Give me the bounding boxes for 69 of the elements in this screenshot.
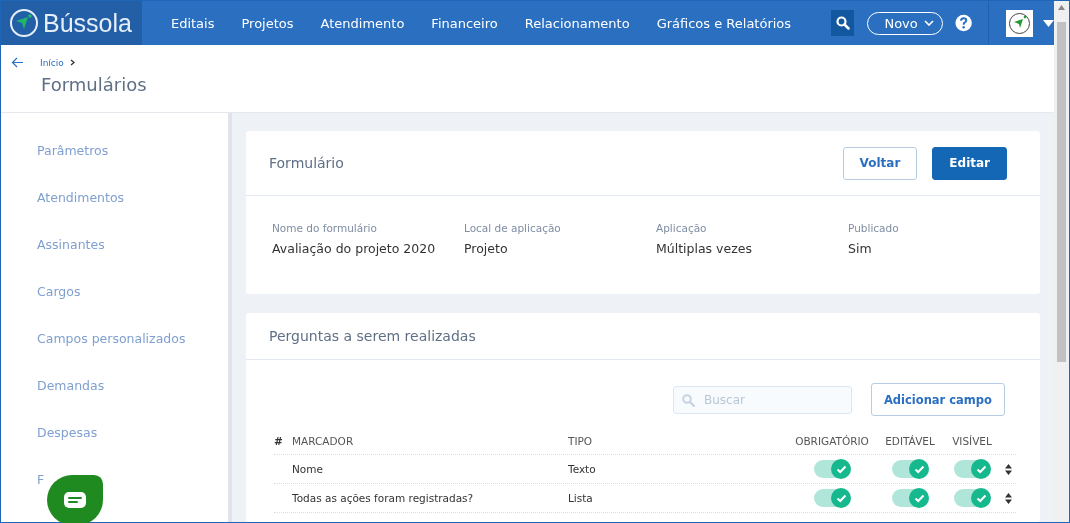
check-icon [975,493,987,503]
sidebar-item[interactable]: Atendimentos [37,190,125,209]
sidebar-item[interactable]: Demandas [37,378,105,397]
field-label: Aplicação [656,222,708,234]
breadcrumb-link[interactable]: Início [40,57,64,68]
compass-logo-icon [9,8,39,38]
toggle-switch[interactable] [814,460,850,478]
chevron-right-icon [69,59,75,66]
scrollbar[interactable] [1054,1,1069,522]
column-header: # [274,435,284,447]
toggle-switch[interactable] [954,489,990,507]
nav-link[interactable]: Financeiro [431,15,498,31]
caret-icon[interactable] [1043,19,1054,27]
sort-handle-icon[interactable] [1004,463,1012,475]
page-title: Formulários [41,74,148,95]
check-icon [835,493,847,503]
search-icon [681,393,695,407]
nav-link[interactable]: Relacionamento [524,15,630,31]
add-field-button[interactable]: Adicionar campo [870,383,1005,416]
field-value: Avaliação do projeto 2020 [272,241,437,256]
check-icon [913,493,925,503]
app-name: Bússola [43,8,132,38]
sidebar-item[interactable]: F [37,472,45,491]
toggle-switch[interactable] [814,489,850,507]
back-arrow-icon[interactable] [11,57,24,68]
search-button[interactable] [831,10,855,36]
card-title: Formulário [269,155,344,171]
field-label: Local de aplicação [464,222,562,234]
nav-link[interactable]: Gráficos e Relatórios [656,15,792,31]
toggle-switch[interactable] [892,460,928,478]
sidebar-item[interactable]: Parâmetros [37,143,109,162]
scroll-up-arrow-icon[interactable] [1058,5,1065,10]
field-value: Sim [848,241,873,256]
sidebar-item[interactable]: Despesas [37,425,98,444]
chevron-down-icon [923,20,934,26]
chat-button[interactable] [47,475,103,523]
column-header: TIPO [568,435,594,447]
nav-link[interactable]: Editais [170,15,215,31]
check-icon [975,464,987,474]
chat-icon [64,492,86,508]
field-label: Nome do formulário [272,222,378,234]
table-cell-text: Lista [568,492,594,504]
sidebar-item[interactable]: Campos personalizados [37,331,186,350]
table-cell-text: Nome [292,463,324,475]
field-value: Múltiplas vezes [656,241,753,256]
sidebar-item[interactable]: Assinantes [37,237,105,256]
column-header: EDITÁVEL [884,435,936,447]
column-header: VISÍVEL [951,435,993,447]
toggle-switch[interactable] [954,460,990,478]
search-field[interactable]: Buscar [672,385,852,414]
sort-handle-icon[interactable] [1004,492,1012,504]
edit-button[interactable]: Editar [932,146,1007,180]
nav-link[interactable]: Atendimento [320,15,405,31]
toggle-switch[interactable] [892,489,928,507]
nav-link[interactable]: Projetos [241,15,294,31]
check-icon [913,464,925,474]
search-icon [835,16,850,30]
user-avatar[interactable] [1006,9,1033,37]
field-value: Projeto [464,241,509,256]
help-icon[interactable] [954,13,972,33]
table-cell-text: Todas as ações foram registradas? [292,492,475,504]
table-cell-text: Texto [568,463,597,475]
sidebar-item[interactable]: Cargos [37,284,81,303]
column-header: OBRIGATÓRIO [794,435,870,447]
check-icon [835,464,847,474]
field-label: Publicado [848,222,900,234]
column-header: MARCADOR [292,435,355,447]
card-title: Perguntas a serem realizadas [269,328,476,344]
back-button[interactable]: Voltar [842,146,918,180]
